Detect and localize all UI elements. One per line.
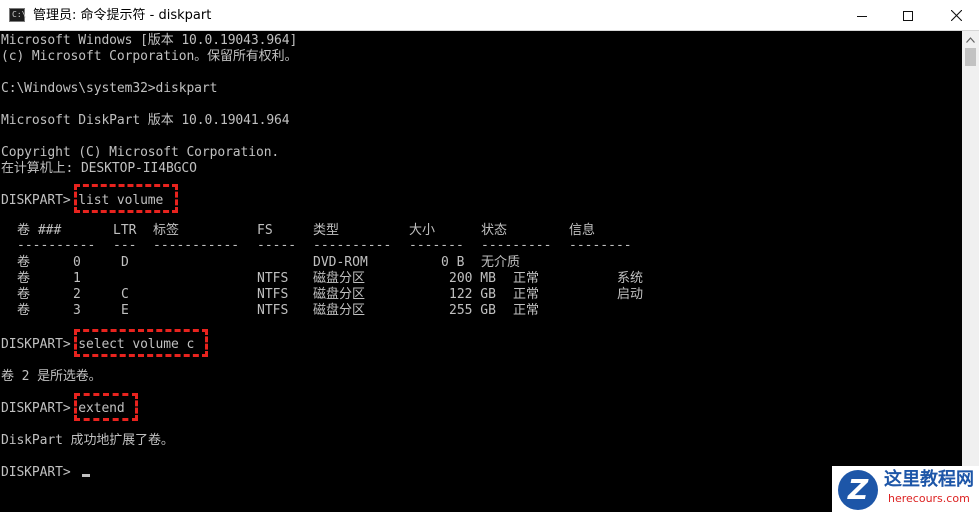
highlight-select-volume bbox=[74, 329, 208, 357]
table-separator: ------- bbox=[409, 238, 464, 253]
table-cell: 255 GB bbox=[449, 303, 496, 318]
table-header: 标签 bbox=[153, 223, 180, 238]
table-cell: 无介质 bbox=[481, 255, 521, 270]
console-prompt: DISKPART> bbox=[1, 465, 79, 480]
table-cell: NTFS bbox=[257, 271, 289, 286]
console-output[interactable]: Microsoft Windows [版本 10.0.19043.964] (c… bbox=[0, 31, 962, 512]
watermark-url: herecours.com bbox=[888, 492, 970, 505]
console-line: Copyright (C) Microsoft Corporation. bbox=[1, 145, 280, 160]
table-header: 状态 bbox=[481, 223, 508, 238]
table-cell: 3 bbox=[73, 303, 81, 318]
table-cell: 启动 bbox=[617, 287, 644, 302]
table-separator: ---------- bbox=[17, 238, 96, 253]
table-cell: NTFS bbox=[257, 303, 289, 318]
scroll-up-button[interactable] bbox=[962, 31, 979, 48]
table-cell: 卷 bbox=[17, 303, 31, 318]
maximize-button[interactable] bbox=[885, 0, 931, 31]
table-header: 卷 ### bbox=[17, 223, 62, 238]
console-line: (c) Microsoft Corporation。保留所有权利。 bbox=[1, 49, 298, 64]
table-cell: 正常 bbox=[513, 303, 540, 318]
table-cell: 正常 bbox=[513, 287, 540, 302]
table-cell: C bbox=[121, 287, 129, 302]
watermark: Z 这里教程网 herecours.com bbox=[832, 466, 979, 512]
text-cursor bbox=[82, 474, 90, 477]
console-line: Microsoft Windows [版本 10.0.19043.964] bbox=[1, 33, 298, 48]
console-line: C:\Windows\system32>diskpart bbox=[1, 81, 218, 96]
table-header: LTR bbox=[113, 223, 137, 238]
table-cell: 2 bbox=[73, 287, 81, 302]
command-prompt-icon-text: C:\ bbox=[12, 10, 27, 19]
table-header: 大小 bbox=[409, 223, 436, 238]
table-cell: E bbox=[121, 303, 129, 318]
highlight-extend bbox=[74, 393, 138, 421]
table-cell: 卷 bbox=[17, 287, 31, 302]
table-header: 信息 bbox=[569, 223, 596, 238]
table-cell: 系统 bbox=[617, 271, 644, 286]
table-separator: --------- bbox=[481, 238, 552, 253]
table-separator: -------- bbox=[569, 238, 632, 253]
table-cell: DVD-ROM bbox=[313, 255, 368, 270]
table-cell: 200 MB bbox=[449, 271, 496, 286]
window-title: 管理员: 命令提示符 - diskpart bbox=[33, 8, 212, 23]
minimize-button[interactable] bbox=[839, 0, 885, 31]
table-cell: 卷 bbox=[17, 271, 31, 286]
table-cell: 1 bbox=[73, 271, 81, 286]
command-prompt-icon[interactable]: C:\ bbox=[9, 8, 27, 22]
table-cell: 正常 bbox=[513, 271, 540, 286]
console-line: Microsoft DiskPart 版本 10.0.19041.964 bbox=[1, 113, 290, 128]
table-cell: 122 GB bbox=[449, 287, 496, 302]
table-cell: D bbox=[121, 255, 129, 270]
console-line: DiskPart 成功地扩展了卷。 bbox=[1, 433, 174, 448]
table-separator: --- bbox=[113, 238, 137, 253]
table-cell: NTFS bbox=[257, 287, 289, 302]
scrollbar-thumb[interactable] bbox=[965, 48, 976, 66]
close-button[interactable] bbox=[933, 0, 979, 31]
chevron-up-icon bbox=[966, 36, 975, 43]
site-logo-icon: Z bbox=[838, 470, 878, 510]
table-header: FS bbox=[257, 223, 273, 238]
table-cell: 磁盘分区 bbox=[313, 287, 366, 302]
console-line: 卷 2 是所选卷。 bbox=[1, 369, 102, 384]
minimize-icon bbox=[857, 15, 867, 17]
table-separator: ----- bbox=[257, 238, 297, 253]
table-cell: 0 bbox=[73, 255, 81, 270]
watermark-name: 这里教程网 bbox=[884, 469, 974, 490]
vertical-scrollbar[interactable] bbox=[962, 31, 979, 512]
table-cell: 磁盘分区 bbox=[313, 303, 366, 318]
close-icon bbox=[950, 10, 962, 21]
table-cell: 磁盘分区 bbox=[313, 271, 366, 286]
table-cell: 0 B bbox=[441, 255, 465, 270]
title-bar[interactable]: C:\ 管理员: 命令提示符 - diskpart bbox=[0, 0, 979, 31]
table-cell: 卷 bbox=[17, 255, 31, 270]
maximize-icon bbox=[903, 10, 913, 21]
table-separator: ---------- bbox=[313, 238, 392, 253]
table-separator: ----------- bbox=[153, 238, 240, 253]
highlight-list-volume bbox=[74, 184, 178, 213]
table-header: 类型 bbox=[313, 223, 340, 238]
console-line: 在计算机上: DESKTOP-II4BGCO bbox=[1, 161, 197, 176]
